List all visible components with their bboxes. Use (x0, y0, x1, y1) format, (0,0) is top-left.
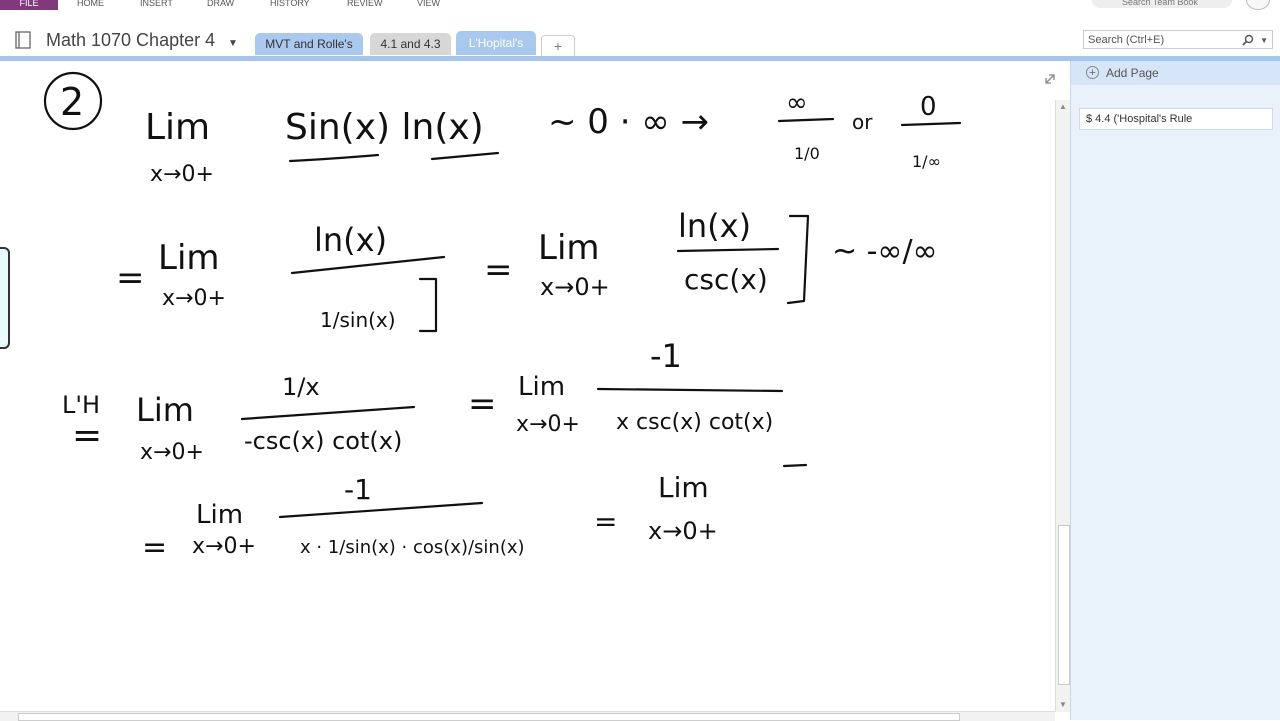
scroll-thumb[interactable] (1058, 525, 1070, 685)
line1-frac2-bar (900, 121, 962, 127)
line2-lim: Lim (158, 238, 220, 278)
file-tab[interactable]: FILE (0, 0, 58, 10)
ink-drawing: 2 Lim x→0+ Sin(x) ln(x) ~ 0 · ∞ → ∞ 1/0 … (43, 71, 962, 565)
pages-pane: + Add Page $ 4.4 ('Hospital's Rule (1070, 61, 1280, 720)
line3-sub2: x→0+ (516, 412, 580, 437)
line1-frac1-den: 1/0 (794, 144, 820, 163)
line3-frac-bar2 (596, 387, 784, 393)
scroll-up-icon[interactable]: ▲ (1056, 100, 1070, 114)
line2-den2: csc(x) (684, 263, 768, 296)
search-placeholder: Search (Ctrl+E) (1088, 34, 1165, 46)
line2-den: 1/sin(x) (320, 308, 396, 332)
line2-lim2: Lim (538, 228, 600, 268)
line2-sub2: x→0+ (540, 273, 610, 301)
tab-4-1-and-4-3[interactable]: 4.1 and 4.3 (370, 33, 451, 55)
tab-mvt-and-rolles[interactable]: MVT and Rolle's (255, 33, 363, 55)
scroll-down-icon[interactable]: ▼ (1056, 698, 1070, 712)
line4-eq: = (142, 530, 167, 565)
chevron-down-icon[interactable]: ▼ (228, 38, 238, 49)
line3-num: 1/x (282, 373, 320, 401)
add-page-button[interactable]: + Add Page (1071, 61, 1280, 85)
line1-frac1-num: ∞ (786, 88, 808, 118)
line1-frac2-num: 0 (920, 92, 937, 122)
vertical-scrollbar[interactable]: ▲ ▼ (1055, 100, 1070, 712)
menu-insert[interactable]: INSERT (140, 0, 173, 10)
line3-eq: = (72, 415, 102, 456)
add-section-button[interactable]: + (541, 35, 575, 56)
add-page-icon: + (1086, 66, 1099, 79)
line4-sub: x→0+ (192, 534, 256, 559)
line2-num2: ln(x) (678, 207, 751, 245)
line3-den2: x csc(x) cot(x) (616, 410, 773, 435)
search-icon[interactable] (1242, 34, 1254, 46)
line1-frac2-den: 1/∞ (912, 152, 941, 171)
problem-number: 2 (60, 80, 84, 124)
search-team-book[interactable]: Search Team Book (1092, 0, 1232, 8)
ribbon: FILE HOME INSERT DRAW HISTORY REVIEW VIE… (0, 0, 1280, 10)
line2-frac-bar2 (676, 247, 780, 253)
line2-num: ln(x) (314, 221, 387, 259)
line3-num2: -1 (650, 337, 682, 375)
line4-eq2: = (594, 505, 617, 538)
line2-bracket (418, 277, 438, 333)
line3-lim2: Lim (518, 372, 565, 402)
tab-lhopitals[interactable]: L'Hopital's (456, 31, 536, 55)
line2-eq: = (116, 258, 145, 298)
line3-lim: Lim (136, 391, 194, 429)
search-input[interactable]: Search (Ctrl+E) ▼ (1083, 30, 1273, 49)
line2-bracket2 (786, 214, 810, 305)
line4-num: -1 (344, 473, 372, 506)
line1-lim: Lim (145, 107, 210, 148)
line4-den: x · 1/sin(x) · cos(x)/sin(x) (300, 537, 525, 558)
user-avatar[interactable] (1246, 0, 1270, 10)
expand-icon[interactable] (1043, 72, 1057, 86)
stray-dash (782, 463, 808, 468)
line2-form: ~ -∞/∞ (832, 234, 938, 269)
line4-sub2: x→0+ (648, 517, 718, 545)
line1-underline-ln (430, 151, 500, 161)
line1-form: ~ 0 · ∞ → (548, 102, 709, 142)
line2-eq2: = (484, 250, 513, 290)
line4-lim2: Lim (658, 471, 709, 504)
line3-eq2: = (468, 384, 497, 424)
line4-lim: Lim (196, 500, 243, 530)
line1-frac1-bar (777, 117, 835, 123)
notebook-title[interactable]: Math 1070 Chapter 4 (46, 30, 215, 51)
menu-review[interactable]: REVIEW (347, 0, 383, 10)
menu-home[interactable]: HOME (77, 0, 104, 10)
line1-underline-sin (288, 153, 380, 163)
page-item[interactable]: $ 4.4 ('Hospital's Rule (1079, 108, 1273, 130)
add-page-label: Add Page (1106, 66, 1159, 80)
line3-frac-bar (240, 405, 416, 421)
menu-view[interactable]: VIEW (417, 0, 440, 10)
line2-sub: x→0+ (162, 286, 226, 311)
notebook-icon[interactable] (14, 31, 32, 49)
search-scope-chevron-icon[interactable]: ▼ (1260, 31, 1268, 50)
line1-expr: Sin(x) ln(x) (285, 107, 484, 148)
line3-sub: x→0+ (140, 440, 204, 465)
line4-frac-bar (278, 501, 484, 519)
line1-or: or (852, 110, 873, 134)
line2-frac-bar (290, 255, 446, 275)
line3-den: -csc(x) cot(x) (244, 427, 402, 455)
menu-draw[interactable]: DRAW (207, 0, 234, 10)
line1-sub: x→0+ (150, 162, 214, 187)
menu-history[interactable]: HISTORY (270, 0, 310, 10)
